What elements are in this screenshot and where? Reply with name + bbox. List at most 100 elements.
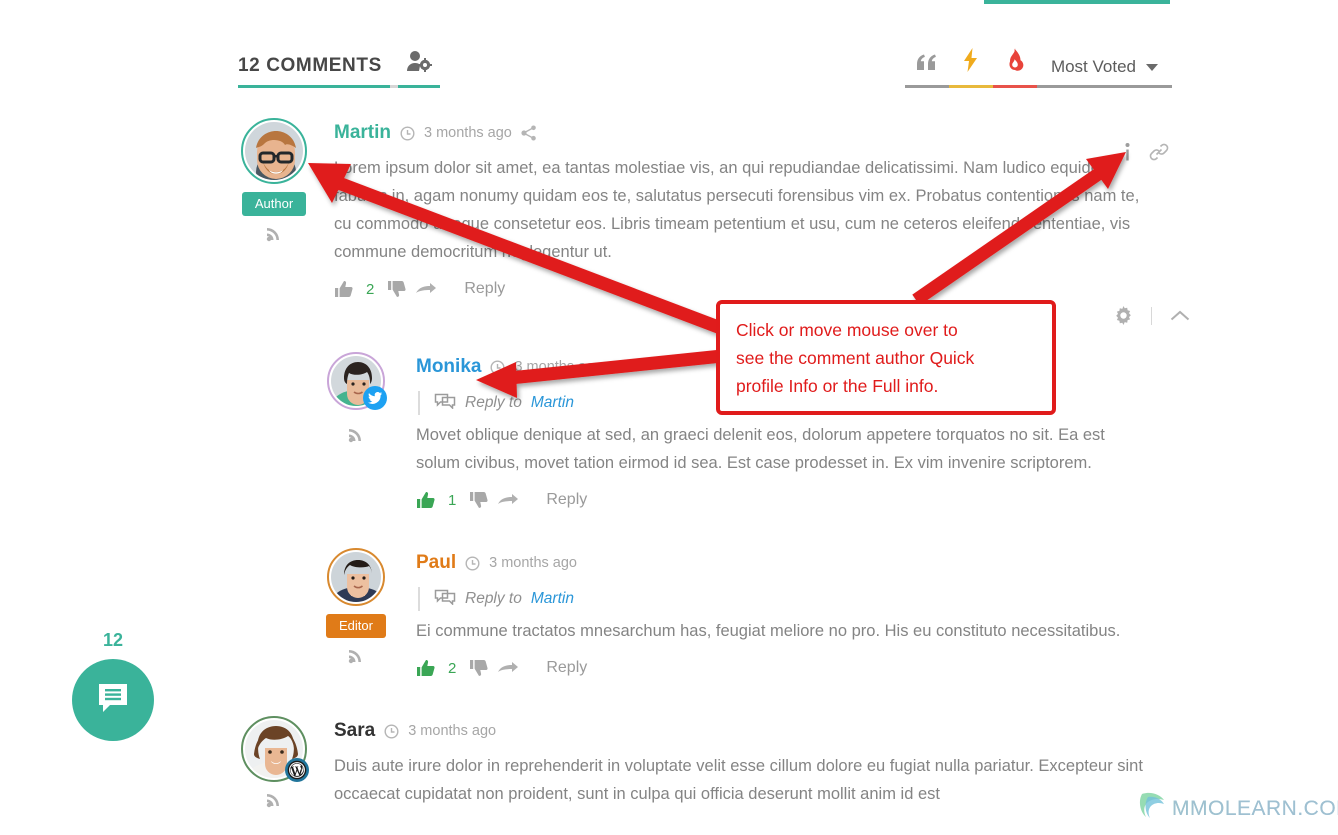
avatar[interactable] — [327, 352, 387, 410]
filter-hot-tab[interactable] — [992, 48, 1037, 88]
reply-to-target[interactable]: Martin — [531, 394, 574, 412]
reply-button[interactable]: Reply — [464, 280, 505, 298]
avatar-column: Editor — [320, 548, 392, 682]
vote-count: 2 — [366, 280, 375, 298]
header-right-rule — [1166, 85, 1172, 88]
header-divider — [390, 85, 398, 88]
info-icon[interactable] — [1124, 142, 1131, 162]
rss-icon[interactable] — [266, 791, 283, 813]
quote-icon — [915, 52, 939, 77]
reply-to-label: Reply to — [465, 394, 522, 411]
filter-quote-tab[interactable] — [904, 52, 949, 88]
filter-recent-tab[interactable] — [948, 48, 993, 88]
role-badge: Author — [241, 192, 307, 216]
link-icon[interactable] — [1149, 142, 1169, 162]
rss-icon[interactable] — [266, 225, 283, 247]
rss-icon[interactable] — [348, 426, 365, 448]
twitter-icon — [363, 386, 387, 410]
annotation-line-3: profile Info or the Full info. — [736, 376, 939, 396]
annotation-line-1: Click or move mouse over to — [736, 320, 958, 340]
thumbs-up-icon[interactable] — [334, 280, 353, 298]
user-settings-tab[interactable] — [398, 50, 440, 88]
watermark: MMOLEARN.COM — [1138, 790, 1338, 828]
comment-body: Martin 3 months ago Lorem ipsum dolor si… — [310, 118, 1152, 303]
thumbs-down-icon[interactable] — [387, 280, 406, 298]
rss-icon[interactable] — [348, 647, 365, 669]
reply-button[interactable]: Reply — [546, 491, 587, 509]
clock-icon — [465, 555, 480, 571]
thumbs-up-icon[interactable] — [416, 491, 435, 509]
comment-text: Ei commune tractatos mnesarchum has, feu… — [416, 622, 1121, 640]
comment-actions-bottom — [1114, 306, 1190, 325]
avatar[interactable] — [327, 548, 385, 606]
clock-icon — [400, 125, 415, 141]
thumbs-down-icon[interactable] — [469, 659, 488, 677]
thumbs-up-icon[interactable] — [416, 659, 435, 677]
vote-count: 1 — [448, 491, 457, 509]
floating-comment-button[interactable] — [72, 659, 154, 741]
sort-label: Most Voted — [1050, 57, 1136, 76]
clock-icon — [384, 723, 399, 739]
gear-icon[interactable] — [1114, 306, 1133, 325]
author-name[interactable]: Sara — [334, 720, 375, 742]
watermark-text: MMOLEARN.COM — [1172, 797, 1338, 821]
comment-sara: Sara 3 months ago Duis aute irure dolor … — [238, 716, 1146, 813]
user-gear-icon — [406, 50, 432, 77]
avatar-column — [238, 716, 310, 813]
action-divider — [1151, 306, 1152, 325]
reply-bubble-icon — [434, 392, 456, 414]
top-accent-bar — [984, 0, 1170, 4]
annotation-callout: Click or move mouse over to see the comm… — [716, 300, 1056, 415]
flame-icon — [1006, 48, 1024, 77]
avatar[interactable] — [241, 716, 309, 782]
reply-to-label: Reply to — [465, 590, 522, 607]
vote-row: 2 Reply — [334, 275, 1152, 303]
reply-arrow-icon — [497, 660, 519, 676]
floating-comment-count: 12 — [102, 630, 124, 650]
comment-meta: Paul 3 months ago — [416, 548, 1120, 578]
comment-text: Lorem ipsum dolor sit amet, ea tantas mo… — [334, 159, 1140, 261]
share-icon[interactable] — [521, 125, 537, 141]
author-name[interactable]: Martin — [334, 122, 391, 144]
reply-arrow-icon — [497, 492, 519, 508]
avatar-column — [320, 352, 392, 514]
author-name[interactable]: Monika — [416, 356, 481, 378]
thumbs-down-icon[interactable] — [469, 491, 488, 509]
comments-page: 12 COMMENTS Most Voted Author Martin 3 m… — [0, 0, 1338, 835]
avatar[interactable] — [241, 118, 307, 184]
header-right-group: Most Voted — [904, 48, 1172, 88]
clock-icon — [490, 359, 505, 375]
role-badge: Editor — [326, 614, 386, 638]
vote-count: 2 — [448, 659, 457, 677]
annotation-line-2: see the comment author Quick — [736, 348, 975, 368]
watermark-logo-icon — [1138, 790, 1168, 828]
header-left-group: 12 COMMENTS — [238, 50, 440, 88]
comment-bubble-icon — [93, 678, 133, 723]
comment-text: Duis aute irure dolor in reprehenderit i… — [334, 757, 1143, 803]
avatar-image — [245, 122, 303, 180]
comment-text: Movet oblique denique at sed, an graeci … — [416, 426, 1105, 472]
reply-arrow-icon — [415, 281, 437, 297]
vote-row: 2 Reply — [416, 654, 1120, 682]
timestamp: 3 months ago — [514, 359, 603, 375]
chevron-down-icon — [1146, 63, 1158, 71]
comment-body: Sara 3 months ago Duis aute irure dolor … — [310, 716, 1146, 813]
timestamp: 3 months ago — [489, 555, 577, 571]
wordpress-icon — [285, 758, 309, 782]
reply-button[interactable]: Reply — [546, 659, 587, 677]
chevron-up-icon[interactable] — [1170, 309, 1190, 323]
comment-actions-top — [1124, 142, 1169, 162]
comment-martin: Author Martin 3 months ago Lorem ipsum d… — [238, 118, 1152, 303]
comments-header: 12 COMMENTS Most Voted — [238, 44, 1172, 88]
page-title: 12 COMMENTS — [238, 55, 390, 88]
lightning-icon — [963, 48, 978, 77]
comment-meta: Sara 3 months ago — [334, 716, 1146, 746]
avatar-image — [331, 552, 381, 602]
comment-meta: Martin 3 months ago — [334, 118, 1152, 148]
reply-to-target[interactable]: Martin — [531, 590, 574, 608]
author-name[interactable]: Paul — [416, 552, 456, 574]
timestamp: 3 months ago — [408, 723, 497, 739]
reply-bubble-icon — [434, 588, 456, 610]
reply-to-row: Reply to Martin — [418, 587, 1120, 611]
sort-dropdown[interactable]: Most Voted — [1036, 57, 1166, 88]
